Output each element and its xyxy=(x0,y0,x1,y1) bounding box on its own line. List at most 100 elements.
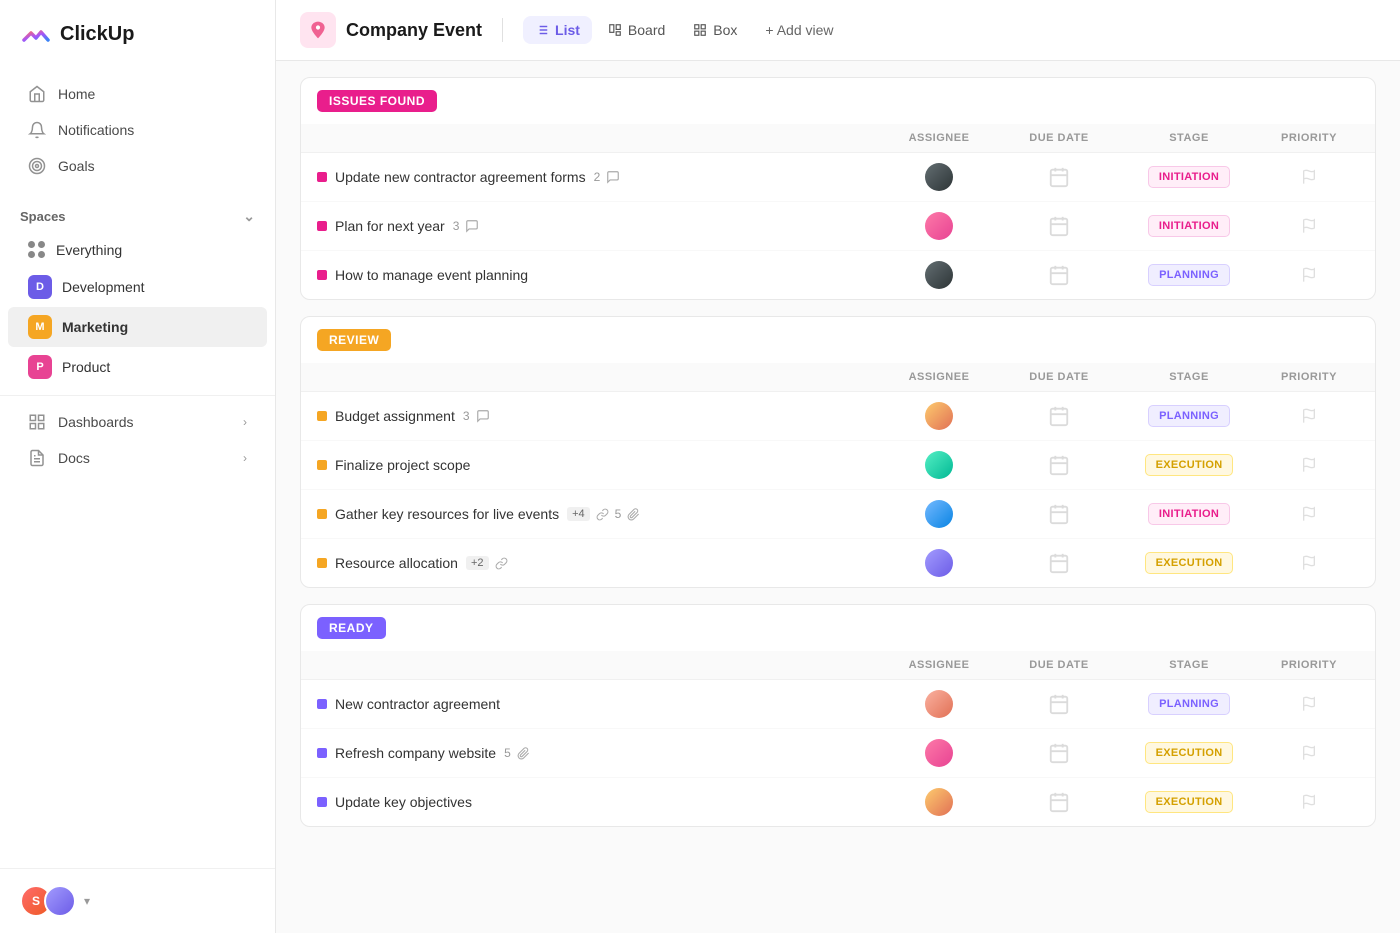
assignee-cell[interactable] xyxy=(879,690,999,718)
goals-label: Goals xyxy=(58,158,95,174)
assignee-cell[interactable] xyxy=(879,402,999,430)
assignee-cell[interactable] xyxy=(879,500,999,528)
due-date-cell[interactable] xyxy=(999,791,1119,813)
add-view-button[interactable]: + Add view xyxy=(753,16,845,44)
flag-icon xyxy=(1301,794,1317,810)
priority-cell[interactable] xyxy=(1259,794,1359,810)
sidebar-item-notifications[interactable]: Notifications xyxy=(8,112,267,148)
table-row: Plan for next year 3 INITIATION xyxy=(301,202,1375,251)
stage-cell[interactable]: EXECUTION xyxy=(1119,552,1259,574)
calendar-icon xyxy=(1048,454,1070,476)
stage-badge: PLANNING xyxy=(1148,264,1230,286)
header: Company Event List Board Box + Add view xyxy=(276,0,1400,61)
product-dot: P xyxy=(28,355,52,379)
sidebar-item-dashboards[interactable]: Dashboards › xyxy=(8,404,267,440)
stage-cell[interactable]: INITIATION xyxy=(1119,166,1259,188)
priority-cell[interactable] xyxy=(1259,267,1359,283)
assignee-cell[interactable] xyxy=(879,739,999,767)
dashboards-icon xyxy=(28,413,46,431)
task-name[interactable]: Update key objectives xyxy=(317,794,879,810)
comment-icon xyxy=(606,170,620,184)
due-date-cell[interactable] xyxy=(999,166,1119,188)
sidebar-item-product[interactable]: P Product xyxy=(8,347,267,387)
sidebar-item-development[interactable]: D Development xyxy=(8,267,267,307)
spaces-chevron-icon[interactable]: ⌄ xyxy=(243,208,255,225)
sidebar-item-goals[interactable]: Goals xyxy=(8,148,267,184)
due-date-cell[interactable] xyxy=(999,454,1119,476)
due-date-cell[interactable] xyxy=(999,693,1119,715)
stage-cell[interactable]: PLANNING xyxy=(1119,264,1259,286)
assignee-cell[interactable] xyxy=(879,549,999,577)
task-avatar xyxy=(925,402,953,430)
home-icon xyxy=(28,85,46,103)
priority-cell[interactable] xyxy=(1259,169,1359,185)
task-name[interactable]: Plan for next year 3 xyxy=(317,218,879,234)
sidebar-item-docs[interactable]: Docs › xyxy=(8,440,267,476)
task-avatar xyxy=(925,163,953,191)
priority-cell[interactable] xyxy=(1259,555,1359,571)
notifications-label: Notifications xyxy=(58,122,134,138)
assignee-cell[interactable] xyxy=(879,788,999,816)
task-name[interactable]: Update new contractor agreement forms 2 xyxy=(317,169,879,185)
sidebar-item-marketing[interactable]: M Marketing xyxy=(8,307,267,347)
task-name[interactable]: Finalize project scope xyxy=(317,457,879,473)
table-row: Refresh company website 5 EXECUTION xyxy=(301,729,1375,778)
assignee-cell[interactable] xyxy=(879,212,999,240)
table-row: Resource allocation +2 EXECUTION xyxy=(301,539,1375,587)
task-name[interactable]: Refresh company website 5 xyxy=(317,745,879,761)
task-status-dot xyxy=(317,509,327,519)
stage-cell[interactable]: PLANNING xyxy=(1119,693,1259,715)
tab-list-label: List xyxy=(555,22,580,38)
task-name[interactable]: New contractor agreement xyxy=(317,696,879,712)
link-icon xyxy=(495,557,508,570)
main-content: Company Event List Board Box + Add view xyxy=(276,0,1400,933)
due-date-cell[interactable] xyxy=(999,264,1119,286)
stage-badge: PLANNING xyxy=(1148,693,1230,715)
stage-cell[interactable]: EXECUTION xyxy=(1119,454,1259,476)
due-date-cell[interactable] xyxy=(999,405,1119,427)
user-dropdown-icon[interactable]: ▾ xyxy=(84,894,90,908)
priority-cell[interactable] xyxy=(1259,696,1359,712)
attachment-icon xyxy=(627,508,640,521)
task-name[interactable]: Resource allocation +2 xyxy=(317,555,879,571)
docs-arrow-icon: › xyxy=(243,451,247,465)
group-ready-badge[interactable]: READY xyxy=(317,617,386,639)
assignee-cell[interactable] xyxy=(879,451,999,479)
tab-list[interactable]: List xyxy=(523,16,592,44)
task-status-dot xyxy=(317,411,327,421)
tab-board[interactable]: Board xyxy=(596,16,677,44)
priority-cell[interactable] xyxy=(1259,408,1359,424)
stage-cell[interactable]: EXECUTION xyxy=(1119,742,1259,764)
sidebar-item-everything[interactable]: Everything xyxy=(8,233,267,267)
due-date-cell[interactable] xyxy=(999,215,1119,237)
col-spacer-1 xyxy=(317,132,879,144)
group-review-badge[interactable]: REVIEW xyxy=(317,329,391,351)
stage-cell[interactable]: EXECUTION xyxy=(1119,791,1259,813)
priority-cell[interactable] xyxy=(1259,506,1359,522)
priority-cell[interactable] xyxy=(1259,218,1359,234)
task-status-dot xyxy=(317,270,327,280)
tab-box[interactable]: Box xyxy=(681,16,749,44)
sidebar-item-home[interactable]: Home xyxy=(8,76,267,112)
priority-cell[interactable] xyxy=(1259,457,1359,473)
development-dot: D xyxy=(28,275,52,299)
due-date-cell[interactable] xyxy=(999,552,1119,574)
group-issues-found-badge[interactable]: ISSUES FOUND xyxy=(317,90,437,112)
logo[interactable]: ClickUp xyxy=(0,0,275,68)
due-date-cell[interactable] xyxy=(999,503,1119,525)
priority-cell[interactable] xyxy=(1259,745,1359,761)
task-name[interactable]: Gather key resources for live events +4 … xyxy=(317,506,879,522)
marketing-dot: M xyxy=(28,315,52,339)
task-name[interactable]: Budget assignment 3 xyxy=(317,408,879,424)
task-name[interactable]: How to manage event planning xyxy=(317,267,879,283)
assignee-cell[interactable] xyxy=(879,261,999,289)
assignee-cell[interactable] xyxy=(879,163,999,191)
due-date-cell[interactable] xyxy=(999,742,1119,764)
flag-icon xyxy=(1301,218,1317,234)
stage-cell[interactable]: INITIATION xyxy=(1119,215,1259,237)
avatar-2[interactable] xyxy=(44,885,76,917)
stage-cell[interactable]: INITIATION xyxy=(1119,503,1259,525)
task-avatar xyxy=(925,261,953,289)
flag-icon xyxy=(1301,555,1317,571)
stage-cell[interactable]: PLANNING xyxy=(1119,405,1259,427)
